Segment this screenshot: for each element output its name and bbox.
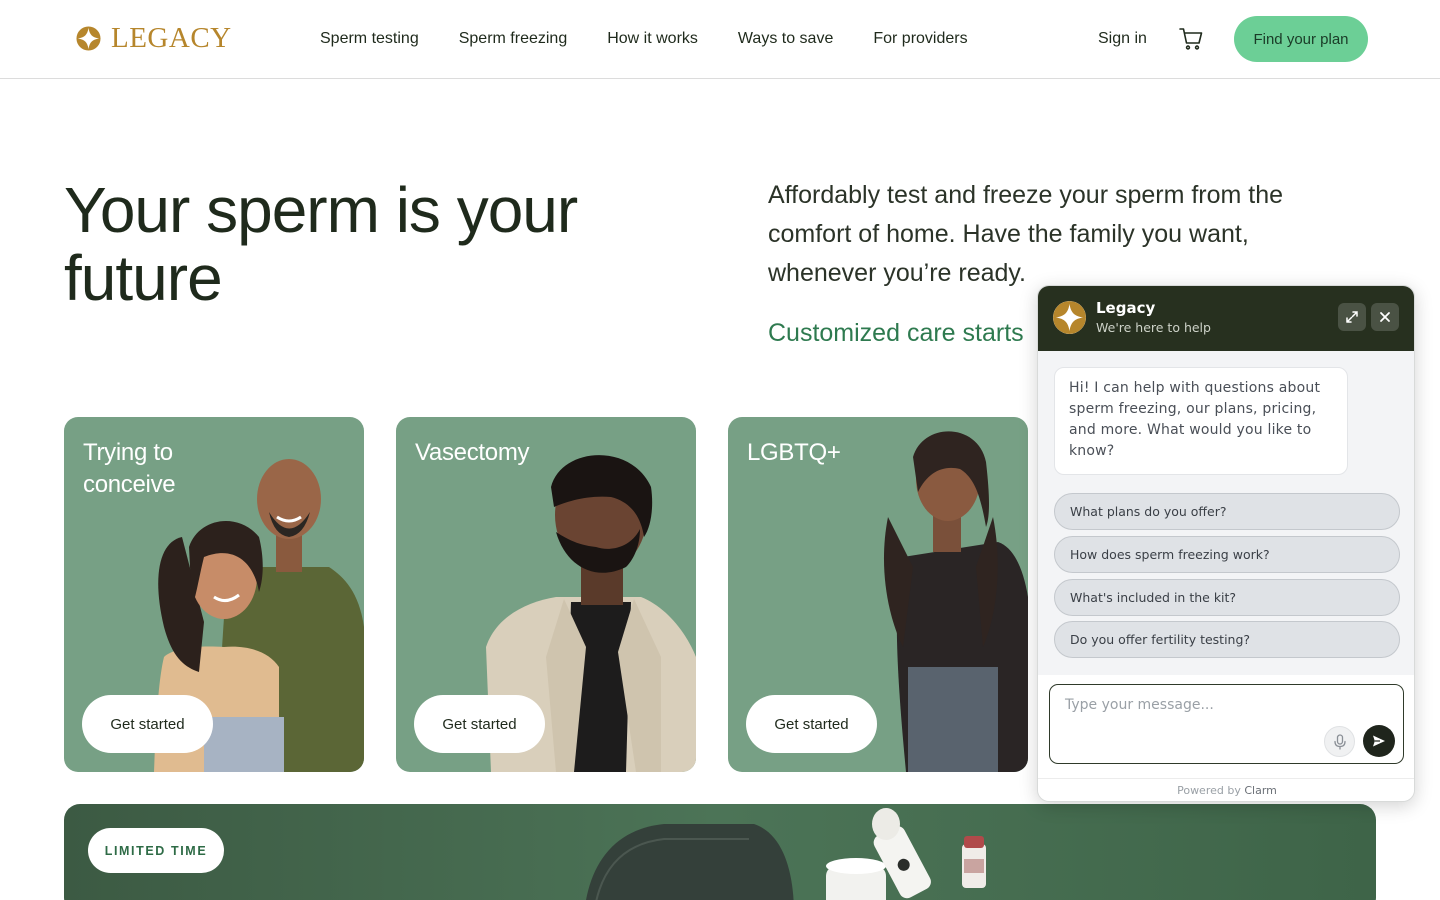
logo-mark-icon (76, 25, 101, 51)
limited-time-badge: LIMITED TIME (88, 828, 224, 873)
main-nav: Sperm testing Sperm freezing How it work… (320, 28, 968, 50)
nav-sperm-testing[interactable]: Sperm testing (320, 28, 419, 50)
chat-input-placeholder: Type your message... (1065, 697, 1214, 713)
nav-for-providers[interactable]: For providers (873, 28, 967, 50)
powered-by: Powered by Clarm (1038, 778, 1414, 801)
close-icon (1380, 312, 1390, 322)
microphone-icon (1333, 733, 1346, 750)
get-started-button[interactable]: Get started (414, 695, 545, 753)
card-title: LGBTQ+ (747, 439, 841, 466)
send-button[interactable] (1363, 725, 1395, 757)
suggestion-fertility-testing[interactable]: Do you offer fertility testing? (1054, 621, 1400, 658)
cart-icon[interactable] (1178, 26, 1204, 52)
get-started-button[interactable]: Get started (746, 695, 877, 753)
card-vasectomy[interactable]: Vasectomy Get started (396, 417, 696, 772)
card-title: Trying to conceive (83, 439, 176, 498)
nav-how-it-works[interactable]: How it works (607, 28, 698, 50)
powered-by-prefix: Powered by (1177, 784, 1241, 797)
send-icon (1373, 735, 1385, 747)
chat-status: We're here to help (1096, 320, 1211, 335)
suggestion-plans[interactable]: What plans do you offer? (1054, 493, 1400, 530)
expand-button[interactable] (1338, 303, 1366, 331)
chat-greeting-message: Hi! I can help with questions about sper… (1054, 367, 1348, 475)
chat-agent-name: Legacy (1096, 299, 1156, 317)
chat-widget: Legacy We're here to help Hi! I can help… (1037, 285, 1415, 802)
nav-sperm-freezing[interactable]: Sperm freezing (459, 28, 568, 50)
nav-ways-to-save[interactable]: Ways to save (738, 28, 833, 50)
customized-care-link[interactable]: Customized care starts (768, 316, 1024, 350)
chat-avatar-icon (1053, 301, 1086, 334)
card-trying-to-conceive[interactable]: Trying to conceive Get started (64, 417, 364, 772)
promo-banner: LIMITED TIME (64, 804, 1376, 900)
microphone-button[interactable] (1324, 726, 1355, 757)
logo-text: LEGACY (111, 22, 232, 54)
powered-by-brand[interactable]: Clarm (1244, 784, 1277, 797)
site-header: LEGACY Sperm testing Sperm freezing How … (0, 0, 1440, 79)
sign-in-link[interactable]: Sign in (1098, 28, 1147, 50)
card-title: Vasectomy (415, 439, 530, 466)
chat-composer: Type your message... Powered by Clarm (1038, 675, 1414, 801)
chat-header: Legacy We're here to help (1038, 286, 1414, 351)
find-your-plan-button[interactable]: Find your plan (1234, 16, 1368, 62)
get-started-button[interactable]: Get started (82, 695, 213, 753)
suggestion-how-freezing-works[interactable]: How does sperm freezing work? (1054, 536, 1400, 573)
hero-subtitle: Affordably test and freeze your sperm fr… (768, 181, 1284, 287)
close-chat-button[interactable] (1371, 303, 1399, 331)
kit-product-photo (586, 808, 986, 900)
chat-message-input[interactable]: Type your message... (1049, 684, 1404, 764)
expand-icon (1346, 311, 1358, 323)
hero-title: Your sperm is your future (64, 174, 578, 314)
logo[interactable]: LEGACY (76, 22, 232, 54)
card-lgbtq[interactable]: LGBTQ+ Get started (728, 417, 1028, 772)
suggestion-kit-contents[interactable]: What's included in the kit? (1054, 579, 1400, 616)
